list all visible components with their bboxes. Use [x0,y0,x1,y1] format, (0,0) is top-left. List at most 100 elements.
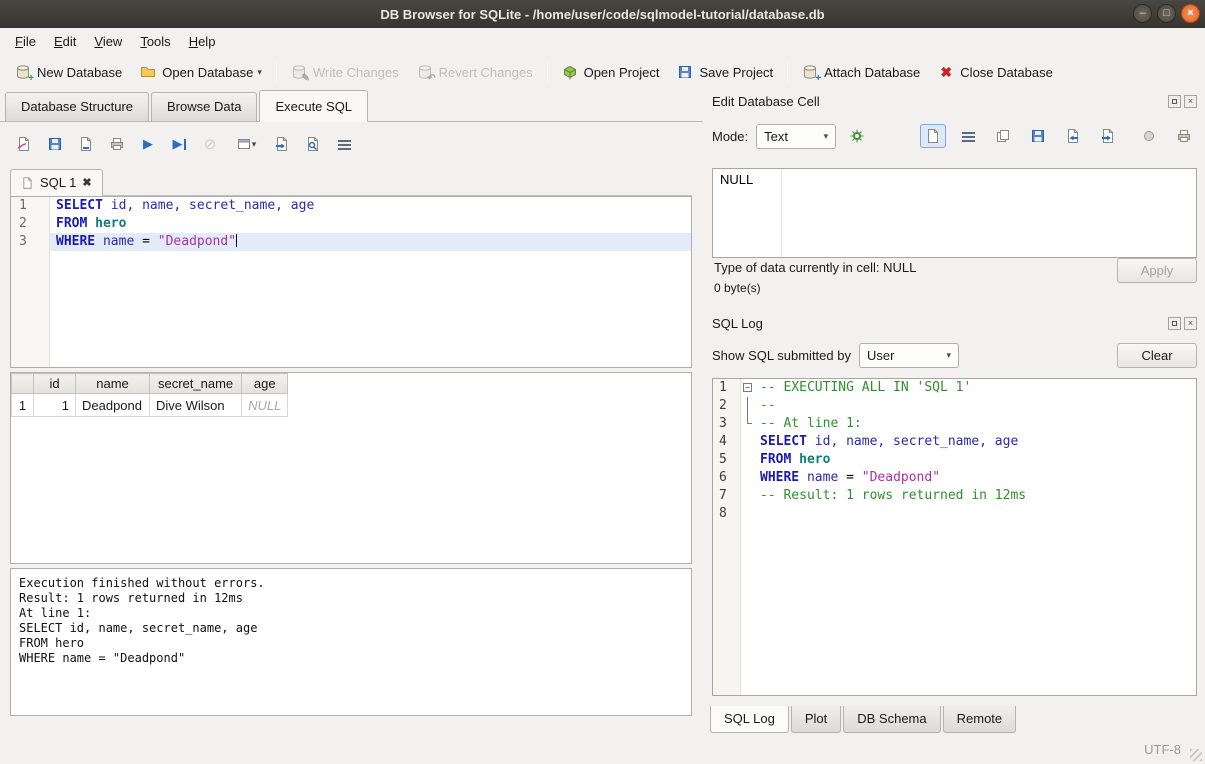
mode-settings-button[interactable] [844,124,870,148]
import-cell-button[interactable] [1060,124,1086,148]
execute-sql-pane: ▶ ▶ ⊘ ▾ SQL 1 ✖ 1 SELECT id, name, secre… [10,122,692,735]
close-database-button[interactable]: ✖ Close Database [929,60,1062,84]
menu-view[interactable]: View [85,30,131,53]
minimize-icon[interactable]: – [1133,4,1152,23]
write-changes-button[interactable]: ✎ Write Changes [282,60,408,84]
titlebar: DB Browser for SQLite - /home/user/code/… [0,0,1205,28]
open-database-dropdown-icon[interactable]: ▾ [257,67,262,78]
document-icon [925,128,941,144]
save-project-button[interactable]: Save Project [668,60,782,84]
cell-content: NULL [720,172,753,187]
row-number-cell[interactable]: 1 [12,394,34,417]
mode-label: Mode: [712,129,748,144]
close-tab-icon[interactable]: ✖ [82,176,91,189]
close-icon[interactable]: × [1181,4,1200,23]
dock-tab-remote[interactable]: Remote [943,706,1017,733]
menu-help[interactable]: Help [180,30,225,53]
dock-tab-db-schema[interactable]: DB Schema [843,706,940,733]
fold-collapse-icon[interactable]: − [743,383,752,392]
tab-execute-sql[interactable]: Execute SQL [259,90,368,122]
open-database-button[interactable]: Open Database ▾ [131,60,271,84]
format-sql-button[interactable] [332,132,356,156]
menu-tools[interactable]: Tools [131,30,179,53]
log-line: 8 [713,505,1196,523]
cell-editor-divider [781,169,782,257]
word-wrap-button[interactable] [955,124,981,148]
word-wrap-icon [962,132,975,143]
float-panel-icon[interactable] [1168,95,1181,108]
save-sql-as-icon [78,136,94,152]
submitter-select[interactable]: User ▾ [859,343,959,368]
open-project-icon [562,64,578,80]
column-header[interactable]: id [34,374,76,394]
close-database-icon: ✖ [938,64,954,80]
open-sql-file-button[interactable] [12,132,36,156]
maximize-icon[interactable]: □ [1157,4,1176,23]
execute-line-icon: ▶ [173,136,186,152]
sql-log-title: SQL Log [712,316,763,331]
sql-editor[interactable]: 1 SELECT id, name, secret_name, age 2 FR… [10,196,692,368]
save-sql-file-button[interactable] [43,132,67,156]
results-grid[interactable]: id name secret_name age 1 1 Deadpond Div… [10,372,692,564]
column-header[interactable]: name [76,374,150,394]
new-tab-button[interactable]: ▾ [229,132,263,156]
cell-age[interactable]: NULL [242,394,288,417]
cell-editor[interactable]: NULL [712,168,1197,258]
revert-changes-button[interactable]: ↶ Revert Changes [408,60,542,84]
menu-file[interactable]: File [6,30,45,53]
dock-tab-plot[interactable]: Plot [791,706,841,733]
sql-log-filter-row: Show SQL submitted by User ▾ Clear [712,342,1197,369]
tab-database-structure[interactable]: Database Structure [5,92,149,121]
sql-file-icon [21,176,34,190]
export-results-button[interactable] [270,132,294,156]
apply-button[interactable]: Apply [1117,258,1197,283]
log-line: 2 -- [713,397,1196,415]
column-header[interactable]: age [242,374,288,394]
edit-cell-header: Edit Database Cell × [712,92,1197,110]
execute-all-button[interactable]: ▶ [136,132,160,156]
save-project-icon [677,64,693,80]
attach-database-icon: + [802,64,818,80]
find-replace-button[interactable] [301,132,325,156]
copy-button[interactable] [990,124,1016,148]
code-line-current: 3 WHERE name = "Deadpond" [11,233,691,251]
save-sql-as-button[interactable] [74,132,98,156]
execute-line-button[interactable]: ▶ [167,132,191,156]
set-null-button[interactable] [1136,124,1162,148]
menubar: File Edit View Tools Help [0,28,1205,55]
format-sql-icon [338,140,351,151]
export-cell-button[interactable] [1095,124,1121,148]
sql-log-view[interactable]: 1 − -- EXECUTING ALL IN 'SQL 1' 2 -- 3 -… [712,378,1197,696]
cell-name[interactable]: Deadpond [76,394,150,417]
float-panel-icon[interactable] [1168,317,1181,330]
sql-tab[interactable]: SQL 1 ✖ [10,169,103,196]
open-database-icon [140,64,156,80]
cell-size-info: 0 byte(s) [714,281,761,295]
dock-tab-sql-log[interactable]: SQL Log [710,706,789,733]
tab-browse-data[interactable]: Browse Data [151,92,257,121]
print-cell-button[interactable] [1171,124,1197,148]
mode-select[interactable]: Text ▾ [756,124,836,149]
print-button[interactable] [105,132,129,156]
clear-log-button[interactable]: Clear [1117,343,1197,368]
menu-edit[interactable]: Edit [45,30,85,53]
cell-secret-name[interactable]: Dive Wilson [150,394,242,417]
find-replace-icon [305,136,321,152]
close-panel-icon[interactable]: × [1184,95,1197,108]
close-panel-icon[interactable]: × [1184,317,1197,330]
save-cell-button[interactable] [1025,124,1051,148]
resize-grip-icon[interactable] [1190,749,1202,761]
open-project-button[interactable]: Open Project [553,60,669,84]
new-database-icon: + [15,64,31,80]
attach-database-button[interactable]: + Attach Database [793,60,929,84]
dock-tabbar: SQL Log Plot DB Schema Remote [710,706,1018,733]
text-view-button[interactable] [920,124,946,148]
column-header[interactable]: secret_name [150,374,242,394]
print-icon [1176,128,1192,144]
cell-id[interactable]: 1 [34,394,76,417]
stop-button[interactable]: ⊘ [198,132,222,156]
toolbar-separator [787,61,788,83]
export-results-icon [274,136,290,152]
sql-log-header: SQL Log × [712,314,1197,332]
new-database-button[interactable]: + New Database [6,60,131,84]
